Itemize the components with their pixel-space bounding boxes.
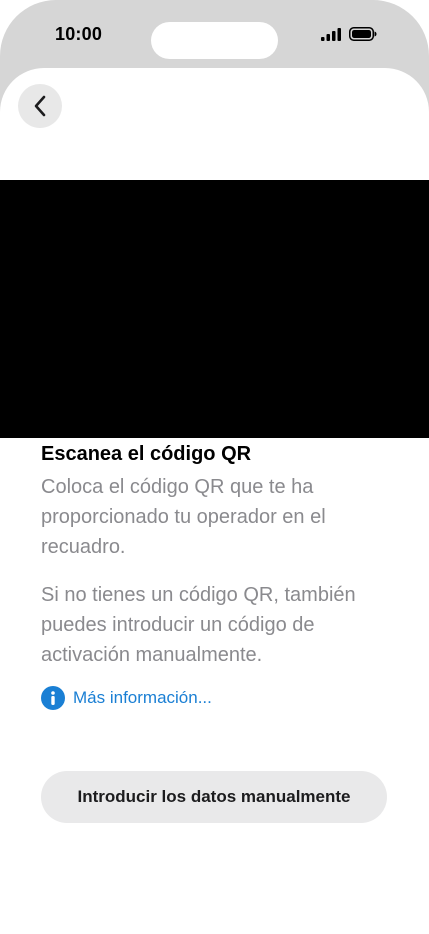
status-time: 10:00 [55, 24, 103, 44]
enter-manually-button[interactable]: Introducir los datos manualmente [41, 771, 387, 823]
description-text: Coloca el código QR que te ha proporcion… [41, 476, 326, 558]
back-button[interactable] [18, 84, 62, 128]
status-bar: 10:00 [0, 0, 429, 68]
instructions: Escanea el código QR Coloca el código QR… [41, 442, 391, 710]
chevron-left-icon [34, 95, 46, 117]
battery-icon [349, 27, 377, 41]
camera-viewfinder [0, 180, 429, 438]
phone-screen: 10:00 Escanea el código QR Coloca el cód… [0, 0, 429, 934]
page-title: Escanea el código QR [41, 443, 252, 465]
info-icon [41, 686, 65, 710]
cellular-signal-icon [321, 27, 341, 41]
secondary-text: Si no tienes un código QR, también puede… [41, 584, 356, 666]
more-info-label: Más información... [73, 688, 212, 707]
more-info-link[interactable]: Más información... [41, 686, 391, 710]
status-icons [321, 27, 377, 41]
dynamic-island [151, 22, 278, 59]
